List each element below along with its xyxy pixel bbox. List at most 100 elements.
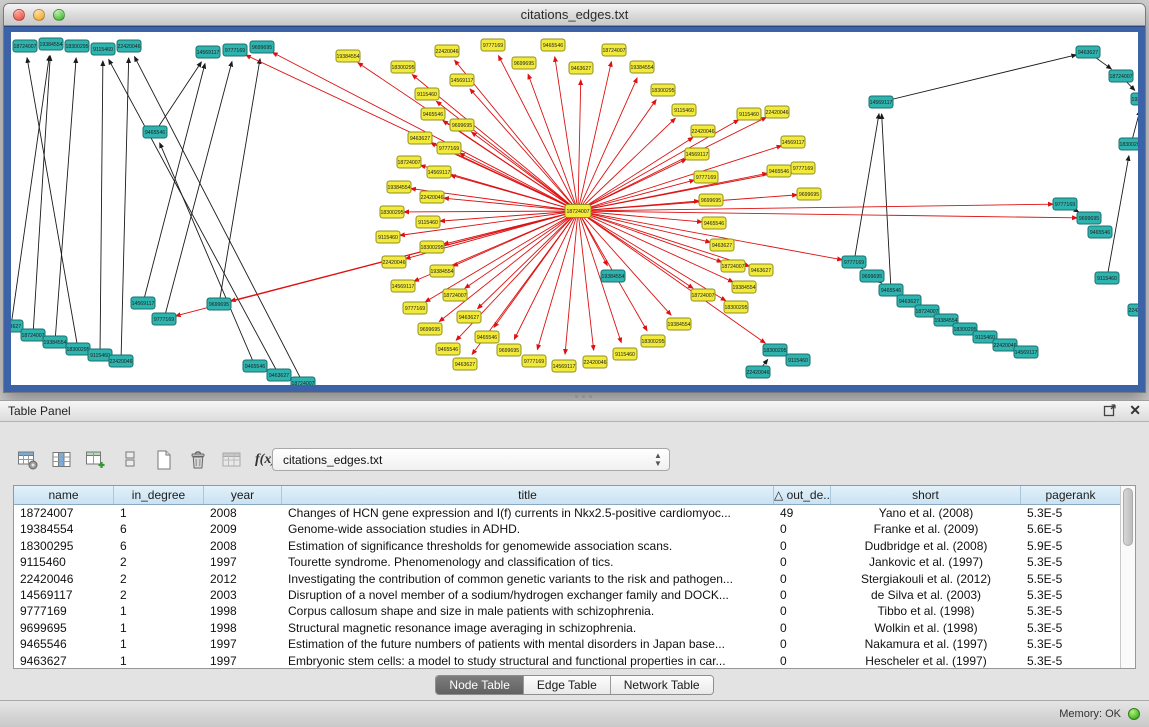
network-node[interactable]: 19384554 bbox=[430, 265, 454, 277]
network-node[interactable]: 18300295 bbox=[651, 84, 675, 96]
network-node[interactable]: 22420046 bbox=[435, 45, 459, 57]
network-node[interactable]: 9465546 bbox=[767, 165, 791, 177]
network-node[interactable]: 18300295 bbox=[1119, 138, 1138, 150]
network-node[interactable]: 19384554 bbox=[1131, 93, 1138, 105]
network-node[interactable]: 14569117 bbox=[869, 96, 893, 108]
network-node[interactable]: 9777169 bbox=[437, 142, 461, 154]
network-node[interactable]: 18300295 bbox=[763, 344, 787, 356]
close-panel-icon[interactable]: ✕ bbox=[1129, 403, 1141, 417]
network-node[interactable]: 19384554 bbox=[336, 50, 360, 62]
table-selector-combobox[interactable]: citations_edges.txt ▲▼ bbox=[272, 448, 670, 471]
table-row[interactable]: 977716911998Corpus callosum shape and si… bbox=[14, 603, 1120, 619]
network-node[interactable]: 18300295 bbox=[65, 40, 89, 52]
network-node[interactable]: 22420046 bbox=[109, 355, 133, 367]
network-node[interactable]: 9465546 bbox=[475, 331, 499, 343]
network-node[interactable]: 9777169 bbox=[1053, 198, 1077, 210]
tab-node-table[interactable]: Node Table bbox=[436, 676, 524, 694]
delete-icon[interactable] bbox=[184, 447, 211, 473]
table-row[interactable]: 946554611997Estimation of the future num… bbox=[14, 636, 1120, 652]
network-node[interactable]: 18724007 bbox=[21, 329, 45, 341]
network-node[interactable]: 14569117 bbox=[131, 297, 155, 309]
table-row[interactable]: 1872400712008Changes of HCN gene express… bbox=[14, 505, 1120, 521]
network-node[interactable]: 9777169 bbox=[223, 44, 247, 56]
column-header-short[interactable]: short bbox=[831, 486, 1021, 504]
table-row[interactable]: 946362711997Embryonic stem cells: a mode… bbox=[14, 653, 1120, 668]
network-node[interactable]: 9699695 bbox=[797, 188, 821, 200]
column-header-outde[interactable]: △ out_de... bbox=[774, 486, 831, 504]
network-node[interactable]: 9463627 bbox=[1076, 46, 1100, 58]
network-node[interactable]: 19384554 bbox=[732, 281, 756, 293]
network-node[interactable]: 9465546 bbox=[421, 108, 445, 120]
network-node[interactable]: 9463627 bbox=[267, 369, 291, 381]
network-node[interactable]: 9115460 bbox=[415, 88, 439, 100]
network-node[interactable]: 14569117 bbox=[1014, 346, 1038, 358]
network-node[interactable]: 9777169 bbox=[152, 313, 176, 325]
table-row[interactable]: 1830029562008Estimation of significance … bbox=[14, 538, 1120, 554]
select-columns-icon[interactable] bbox=[48, 447, 75, 473]
network-node[interactable]: 18724007 bbox=[721, 260, 745, 272]
network-node[interactable]: 9465546 bbox=[879, 284, 903, 296]
table-row[interactable]: 1938455462009Genome-wide association stu… bbox=[14, 521, 1120, 537]
network-node[interactable]: 14569117 bbox=[781, 136, 805, 148]
network-node[interactable]: 9465546 bbox=[436, 343, 460, 355]
import-table-icon[interactable] bbox=[218, 447, 245, 473]
network-node[interactable]: 9777169 bbox=[481, 39, 505, 51]
network-node[interactable]: 18724007 bbox=[13, 40, 37, 52]
network-node[interactable]: 14569117 bbox=[391, 280, 415, 292]
network-node[interactable]: 18300295 bbox=[391, 61, 415, 73]
network-node[interactable]: 9699695 bbox=[418, 323, 442, 335]
table-vertical-scrollbar[interactable] bbox=[1120, 486, 1135, 668]
network-node[interactable]: 9115460 bbox=[416, 216, 440, 228]
network-node[interactable]: 9465546 bbox=[541, 39, 565, 51]
network-node[interactable]: 22420046 bbox=[420, 191, 444, 203]
network-node[interactable]: 9463627 bbox=[453, 358, 477, 370]
panel-splitter[interactable] bbox=[0, 393, 1149, 400]
network-node[interactable]: 9115460 bbox=[786, 354, 810, 366]
network-node[interactable]: 9699695 bbox=[699, 194, 723, 206]
network-node[interactable]: 9777169 bbox=[842, 256, 866, 268]
network-node[interactable]: 22420046 bbox=[117, 40, 141, 52]
column-header-title[interactable]: title bbox=[282, 486, 774, 504]
network-node[interactable]: 19384554 bbox=[630, 61, 654, 73]
network-node[interactable]: 9115460 bbox=[1095, 272, 1119, 284]
network-node[interactable]: 18300295 bbox=[66, 343, 90, 355]
network-node[interactable]: 9115460 bbox=[737, 108, 761, 120]
column-header-year[interactable]: year bbox=[204, 486, 282, 504]
network-node[interactable]: 19384554 bbox=[667, 318, 691, 330]
column-header-name[interactable]: name bbox=[14, 486, 114, 504]
network-node[interactable]: 22420046 bbox=[993, 339, 1017, 351]
network-node[interactable]: 18724007 bbox=[691, 289, 715, 301]
table-options-icon[interactable] bbox=[14, 447, 41, 473]
network-node[interactable]: 22420046 bbox=[1128, 304, 1138, 316]
network-node[interactable]: 22420046 bbox=[691, 125, 715, 137]
new-table-icon[interactable] bbox=[150, 447, 177, 473]
network-node[interactable]: 9465546 bbox=[702, 217, 726, 229]
hub-node[interactable]: 18724007 bbox=[565, 205, 591, 218]
float-window-icon[interactable] bbox=[1103, 403, 1117, 417]
network-node[interactable]: 18300295 bbox=[641, 335, 665, 347]
column-header-indegree[interactable]: in_degree bbox=[114, 486, 204, 504]
network-node[interactable]: 9699695 bbox=[860, 270, 884, 282]
network-node[interactable]: 19384554 bbox=[39, 38, 63, 50]
network-node[interactable]: 14569117 bbox=[552, 360, 576, 372]
network-node[interactable]: 14569117 bbox=[196, 46, 220, 58]
network-node[interactable]: 9115460 bbox=[613, 348, 637, 360]
network-node[interactable]: 18724007 bbox=[291, 377, 315, 385]
tab-edge-table[interactable]: Edge Table bbox=[524, 676, 611, 694]
new-column-icon[interactable] bbox=[82, 447, 109, 473]
network-node[interactable]: 9463627 bbox=[749, 264, 773, 276]
network-node[interactable]: 9699695 bbox=[512, 57, 536, 69]
network-node[interactable]: 9463627 bbox=[710, 239, 734, 251]
network-node[interactable]: 9465546 bbox=[143, 126, 167, 138]
table-row[interactable]: 1456911722003Disruption of a novel membe… bbox=[14, 587, 1120, 603]
network-node[interactable]: 9777169 bbox=[791, 162, 815, 174]
network-node[interactable]: 9699695 bbox=[207, 298, 231, 310]
network-node[interactable]: 9465546 bbox=[243, 360, 267, 372]
network-node[interactable]: 18724007 bbox=[397, 156, 421, 168]
network-node[interactable]: 9465546 bbox=[1088, 226, 1112, 238]
network-node[interactable]: 9699695 bbox=[497, 344, 521, 356]
network-node[interactable]: 9115460 bbox=[672, 104, 696, 116]
network-node[interactable]: 9699695 bbox=[1077, 212, 1101, 224]
table-row[interactable]: 969969511998Structural magnetic resonanc… bbox=[14, 620, 1120, 636]
network-node[interactable]: 9463627 bbox=[408, 132, 432, 144]
